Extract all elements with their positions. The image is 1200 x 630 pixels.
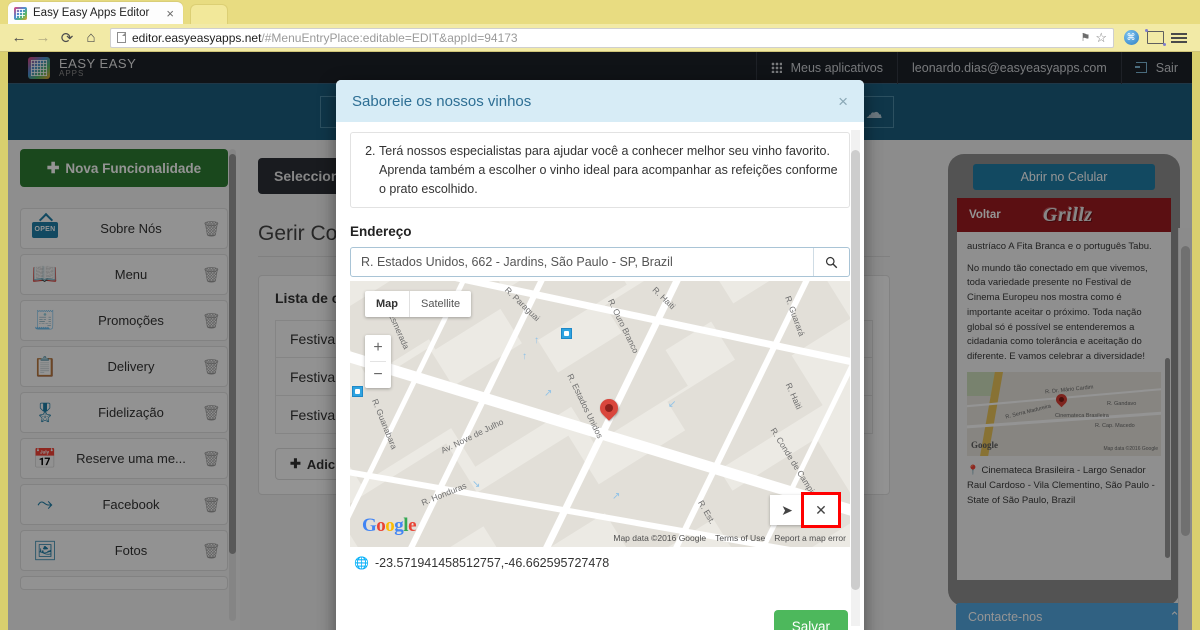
extension-blue-icon[interactable]: ⌘ xyxy=(1120,27,1142,49)
coordinates-row: 🌐 -23.571941458512757,-46.662595727478 xyxy=(350,547,850,570)
map-type-control[interactable]: Map Satellite xyxy=(365,291,471,317)
google-map[interactable]: Scarpa R. Paraguai R. Haiti R. Guarará R… xyxy=(350,281,850,547)
address-field[interactable]: R. Estados Unidos, 662 - Jardins, São Pa… xyxy=(350,247,850,277)
tab-close-icon[interactable]: × xyxy=(163,7,177,20)
url-path: /#MenuEntryPlace:editable=EDIT&appId=941… xyxy=(261,31,517,45)
google-logo: Google xyxy=(362,515,416,537)
map-report-link[interactable]: Report a map error xyxy=(774,533,846,543)
direction-arrow-icon: ↑ xyxy=(534,335,539,346)
locate-button[interactable]: ➤ xyxy=(770,495,804,525)
modal-title: Saboreie os nossos vinhos xyxy=(352,93,531,110)
modal-scrollbar-thumb[interactable] xyxy=(851,150,860,590)
map-type-satellite[interactable]: Satellite xyxy=(410,291,471,317)
modal-header: Saboreie os nossos vinhos × xyxy=(336,80,864,122)
coordinates-value: -23.571941458512757,-46.662595727478 xyxy=(375,556,609,570)
app-viewport: EASY EASY APPS Meus aplicativos leonardo… xyxy=(8,52,1192,630)
map-credits: Map data ©2016 Google Terms of Use Repor… xyxy=(613,533,846,543)
back-icon[interactable]: ← xyxy=(8,27,30,49)
bus-stop-icon xyxy=(561,328,572,339)
zoom-out-button[interactable]: − xyxy=(365,362,391,388)
page-info-icon xyxy=(117,32,126,43)
direction-arrow-icon: ↙ xyxy=(668,399,676,410)
map-attribution: Map data ©2016 Google xyxy=(613,533,706,543)
browser-menu-icon[interactable] xyxy=(1168,27,1190,49)
home-icon[interactable]: ⌂ xyxy=(80,27,102,49)
modal-body: Terá nossos especialistas para ajudar vo… xyxy=(336,122,864,598)
direction-arrow-icon: ↗ xyxy=(544,388,552,399)
browser-tab[interactable]: Easy Easy Apps Editor × xyxy=(8,2,183,24)
address-bar[interactable]: editor.easyeasyapps.net/#MenuEntryPlace:… xyxy=(110,28,1114,48)
direction-arrow-icon: ↘ xyxy=(472,479,480,490)
cast-icon[interactable] xyxy=(1144,27,1166,49)
close-icon[interactable]: × xyxy=(838,93,848,110)
globe-icon: 🌐 xyxy=(354,556,369,570)
modal-footer: Salvar xyxy=(336,598,864,630)
clear-location-button[interactable]: ✕ xyxy=(804,495,838,525)
map-type-map[interactable]: Map xyxy=(365,291,409,317)
favicon-icon xyxy=(14,7,27,20)
direction-arrow-icon: ↗ xyxy=(612,491,620,502)
description-box: Terá nossos especialistas para ajudar vo… xyxy=(350,132,850,208)
edit-place-modal: Saboreie os nossos vinhos × Terá nossos … xyxy=(336,80,864,630)
map-terms-link[interactable]: Terms of Use xyxy=(715,533,765,543)
map-zoom-control[interactable]: + − xyxy=(365,335,391,388)
reload-icon[interactable]: ⟳ xyxy=(56,27,78,49)
zoom-in-button[interactable]: + xyxy=(365,335,391,361)
browser-chrome: Easy Easy Apps Editor × ← → ⟳ ⌂ editor.e… xyxy=(0,0,1200,52)
save-button[interactable]: Salvar xyxy=(774,610,848,630)
direction-arrow-icon: ↑ xyxy=(522,351,527,362)
bus-stop-icon xyxy=(352,386,363,397)
description-item: Terá nossos especialistas para ajudar vo… xyxy=(379,142,838,198)
address-input[interactable]: R. Estados Unidos, 662 - Jardins, São Pa… xyxy=(351,255,813,269)
forward-icon[interactable]: → xyxy=(32,27,54,49)
new-tab-button[interactable] xyxy=(190,4,228,24)
omnibox-actions: ⚑ ☆ xyxy=(1080,30,1107,46)
address-label: Endereço xyxy=(350,224,850,239)
url-domain: editor.easyeasyapps.net xyxy=(132,31,261,45)
star-icon[interactable]: ☆ xyxy=(1095,30,1107,46)
browser-toolbar: ← → ⟳ ⌂ editor.easyeasyapps.net/#MenuEnt… xyxy=(0,24,1200,52)
search-icon[interactable] xyxy=(813,248,849,276)
url-text: editor.easyeasyapps.net/#MenuEntryPlace:… xyxy=(132,31,518,45)
tab-title: Easy Easy Apps Editor xyxy=(33,7,163,19)
map-controls: ➤ ✕ xyxy=(770,495,838,525)
bookmark-pin-icon[interactable]: ⚑ xyxy=(1080,31,1090,44)
tab-strip: Easy Easy Apps Editor × xyxy=(0,0,1200,24)
